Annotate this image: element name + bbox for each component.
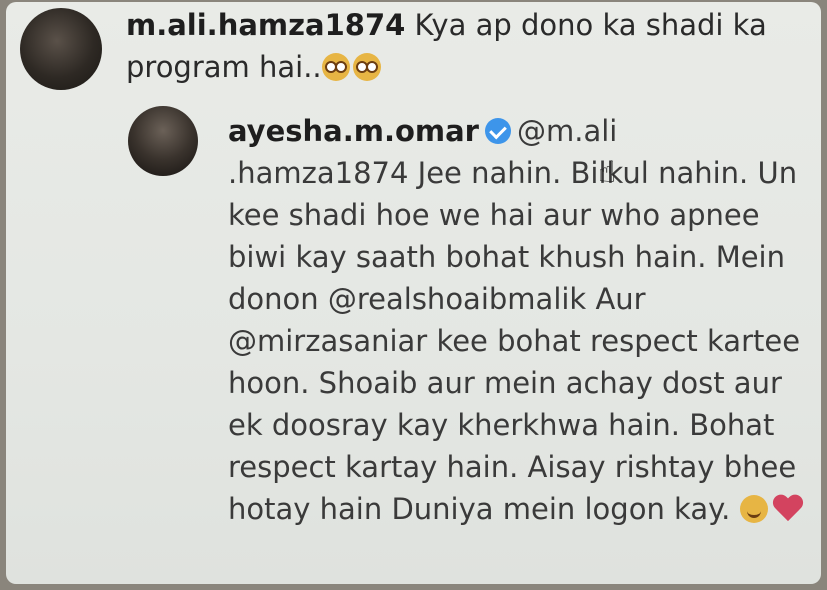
comment-username[interactable]: m.ali.hamza1874 xyxy=(126,8,405,42)
avatar[interactable] xyxy=(20,8,102,90)
reply-username[interactable]: ayesha.m.omar xyxy=(228,114,479,148)
hand-cursor-icon: ☝ xyxy=(598,155,617,190)
flushed-face-icon xyxy=(321,53,350,81)
reply-comment: ayesha.m.omar @m.ali .hamza1874 Jee nahin.… xyxy=(228,110,813,530)
comment: m.ali.hamza1874 Kya ap dono ka shadi ka … xyxy=(126,4,806,88)
comments-panel: m.ali.hamza1874 Kya ap dono ka shadi ka … xyxy=(6,2,821,584)
flushed-face-icon xyxy=(352,53,381,81)
reply-avatar[interactable] xyxy=(128,106,198,176)
verified-badge-icon xyxy=(485,118,511,144)
reply-text: Jee nahin. Bilkul nahin. Un kee shadi ho… xyxy=(228,156,801,526)
smiling-face-icon xyxy=(739,495,768,523)
reply-mention[interactable]: @m.ali xyxy=(517,114,617,148)
heart-icon xyxy=(773,495,803,523)
reply-mention-cont[interactable]: .hamza1874 xyxy=(228,156,408,190)
